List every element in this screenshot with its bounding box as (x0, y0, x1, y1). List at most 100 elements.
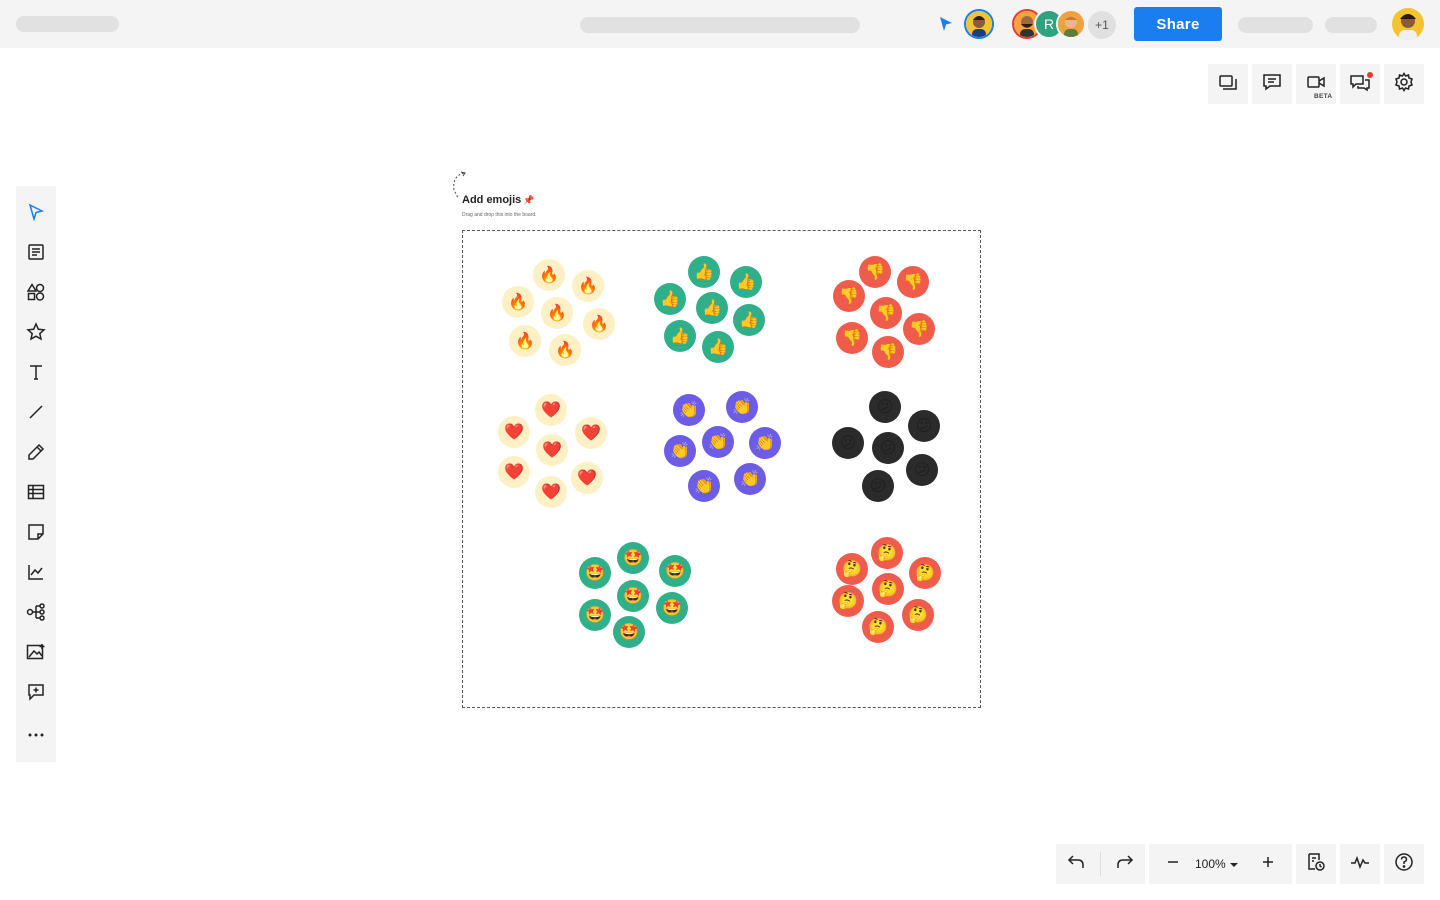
thumbs-up-emoji-sticker[interactable]: 👍 (688, 256, 720, 288)
chart-icon (27, 563, 45, 586)
toolbar-placeholder-2[interactable] (1325, 17, 1377, 33)
star-struck-emoji-sticker[interactable]: 🤩 (579, 557, 611, 589)
text-tool[interactable] (16, 354, 56, 394)
thinking-emoji-sticker[interactable]: 🤔 (832, 585, 864, 617)
confused-emoji-sticker[interactable]: 😕 (906, 454, 938, 486)
fire-emoji-sticker[interactable]: 🔥 (583, 308, 615, 340)
confused-emoji-sticker[interactable]: 😕 (869, 391, 901, 423)
clap-emoji-sticker[interactable]: 👏 (688, 470, 720, 502)
collaborator-initial: R (1043, 16, 1055, 32)
star-icon (26, 321, 46, 347)
thumbs-down-emoji-sticker[interactable]: 👎 (833, 280, 865, 312)
star-struck-emoji-sticker[interactable]: 🤩 (659, 555, 691, 587)
video-button[interactable]: BETA (1296, 64, 1336, 104)
heart-emoji-sticker[interactable]: ❤️ (536, 434, 568, 466)
thumbs-up-emoji-sticker[interactable]: 👍 (730, 266, 762, 298)
star-struck-emoji-sticker[interactable]: 🤩 (579, 599, 611, 631)
board-name-placeholder[interactable] (16, 16, 119, 32)
heart-emoji-sticker[interactable]: ❤️ (535, 476, 567, 508)
pulse-icon (1350, 854, 1370, 875)
zoom-in-button[interactable] (1248, 844, 1288, 884)
confused-emoji-sticker[interactable]: 😕 (862, 470, 894, 502)
thumbs-down-emoji-sticker[interactable]: 👎 (859, 256, 891, 288)
chat-button[interactable] (1340, 64, 1380, 104)
profile-avatar[interactable] (1392, 8, 1424, 40)
star-struck-emoji-sticker[interactable]: 🤩 (656, 592, 688, 624)
select-tool[interactable] (16, 194, 56, 234)
clap-emoji-sticker[interactable]: 👏 (726, 391, 758, 423)
chart-tool[interactable] (16, 554, 56, 594)
undo-button[interactable] (1056, 844, 1096, 884)
thumbs-up-emoji-sticker[interactable]: 👍 (733, 304, 765, 336)
fire-emoji-sticker[interactable]: 🔥 (533, 259, 565, 291)
clap-emoji-sticker[interactable]: 👏 (673, 394, 705, 426)
heart-emoji-sticker[interactable]: ❤️ (498, 416, 530, 448)
mind-map-tool[interactable] (16, 594, 56, 634)
redo-icon (1116, 854, 1134, 875)
redo-button[interactable] (1105, 844, 1145, 884)
more-collaborators-badge[interactable]: +1 (1086, 9, 1118, 41)
star-struck-emoji-sticker[interactable]: 🤩 (617, 580, 649, 612)
thumbs-down-emoji-sticker[interactable]: 👎 (903, 313, 935, 345)
pen-tool[interactable] (16, 434, 56, 474)
confused-emoji-sticker[interactable]: 😕 (908, 410, 940, 442)
table-tool[interactable] (16, 474, 56, 514)
sticky-note-tool[interactable] (16, 514, 56, 554)
clap-emoji-sticker[interactable]: 👏 (664, 435, 696, 467)
pen-icon (27, 443, 45, 466)
thumbs-down-emoji-sticker[interactable]: 👎 (872, 336, 904, 368)
heart-emoji-sticker[interactable]: ❤️ (571, 462, 603, 494)
settings-button[interactable] (1384, 64, 1424, 104)
templates-tool[interactable] (16, 234, 56, 274)
board-title-placeholder[interactable] (580, 17, 860, 33)
activity-button[interactable] (1340, 844, 1380, 884)
thumbs-up-emoji-sticker[interactable]: 👍 (702, 331, 734, 363)
line-tool[interactable] (16, 394, 56, 434)
stickers-tool[interactable] (16, 314, 56, 354)
version-history-button[interactable] (1296, 844, 1336, 884)
fire-emoji-sticker[interactable]: 🔥 (509, 325, 541, 357)
thumbs-down-emoji-sticker[interactable]: 👎 (836, 322, 868, 354)
fire-emoji-sticker[interactable]: 🔥 (549, 334, 581, 366)
frame-title-text: Add emojis (462, 194, 522, 206)
zoom-out-button[interactable] (1153, 844, 1193, 884)
confused-emoji-sticker[interactable]: 😕 (872, 432, 904, 464)
fire-emoji-sticker[interactable]: 🔥 (572, 270, 604, 302)
active-user-avatar[interactable] (964, 9, 994, 39)
add-comment-tool[interactable] (16, 674, 56, 714)
toolbar-placeholder-1[interactable] (1238, 17, 1313, 33)
collaborator-avatar-3[interactable] (1056, 9, 1086, 39)
clap-emoji-sticker[interactable]: 👏 (749, 427, 781, 459)
heart-emoji-sticker[interactable]: ❤️ (575, 417, 607, 449)
heart-emoji-sticker[interactable]: ❤️ (535, 394, 567, 426)
pages-button[interactable] (1208, 64, 1248, 104)
thinking-emoji-sticker[interactable]: 🤔 (872, 573, 904, 605)
thinking-emoji-sticker[interactable]: 🤔 (871, 537, 903, 569)
clap-emoji-sticker[interactable]: 👏 (702, 426, 734, 458)
fire-emoji-sticker[interactable]: 🔥 (502, 286, 534, 318)
shapes-tool[interactable] (16, 274, 56, 314)
confused-emoji-sticker[interactable]: 😕 (832, 427, 864, 459)
star-struck-emoji-sticker[interactable]: 🤩 (613, 616, 645, 648)
thumbs-up-emoji-sticker[interactable]: 👍 (696, 292, 728, 324)
share-button[interactable]: Share (1134, 7, 1222, 41)
comments-button[interactable] (1252, 64, 1292, 104)
thumbs-up-emoji-sticker[interactable]: 👍 (664, 320, 696, 352)
star-struck-emoji-sticker[interactable]: 🤩 (617, 542, 649, 574)
divider (1100, 852, 1101, 876)
image-tool[interactable] (16, 634, 56, 674)
fire-emoji-sticker[interactable]: 🔥 (541, 297, 573, 329)
thinking-emoji-sticker[interactable]: 🤔 (836, 553, 868, 585)
thumbs-up-emoji-sticker[interactable]: 👍 (654, 283, 686, 315)
thinking-emoji-sticker[interactable]: 🤔 (902, 599, 934, 631)
more-tools[interactable] (16, 714, 56, 754)
help-button[interactable] (1384, 844, 1424, 884)
zoom-dropdown[interactable]: 100% (1195, 844, 1243, 884)
thumbs-down-emoji-sticker[interactable]: 👎 (897, 266, 929, 298)
frame-title: Add emojis 📌 (462, 194, 535, 206)
thinking-emoji-sticker[interactable]: 🤔 (909, 557, 941, 589)
heart-emoji-sticker[interactable]: ❤️ (498, 456, 530, 488)
thinking-emoji-sticker[interactable]: 🤔 (862, 611, 894, 643)
thumbs-down-emoji-sticker[interactable]: 👎 (870, 297, 902, 329)
clap-emoji-sticker[interactable]: 👏 (734, 463, 766, 495)
